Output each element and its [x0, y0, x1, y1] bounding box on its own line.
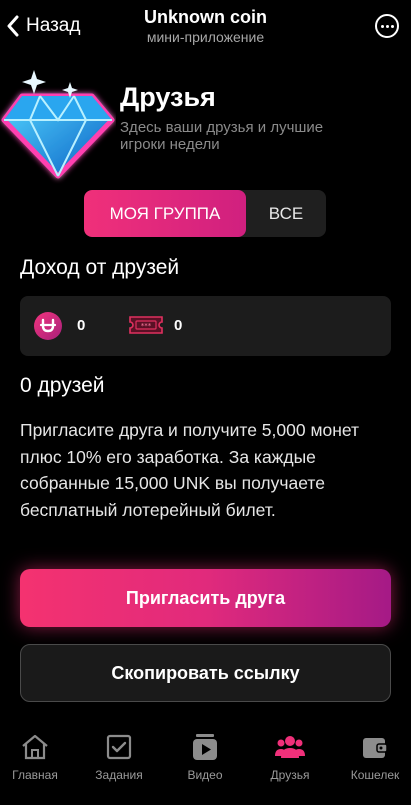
coin-icon — [34, 312, 62, 340]
invite-friend-button[interactable]: Пригласить друга — [20, 569, 391, 627]
page-description: Здесь ваши друзья и лучшие игроки недели — [120, 119, 324, 153]
tab-my-group[interactable]: МОЯ ГРУППА — [84, 190, 246, 237]
wallet-icon — [363, 738, 388, 758]
group-tabs: МОЯ ГРУППА ВСЕ — [84, 190, 326, 237]
more-options-button[interactable] — [375, 14, 399, 38]
friends-count: 0 друзей — [20, 374, 105, 397]
nav-item-friends[interactable]: Друзья — [249, 732, 331, 782]
income-card: 0 *** 0 — [20, 296, 391, 356]
copy-link-button[interactable]: Скопировать ссылку — [20, 644, 391, 702]
top-bar: Назад Unknown coin мини-приложение — [0, 0, 411, 54]
video-icon — [193, 734, 217, 760]
nav-item-tasks[interactable]: Задания — [78, 732, 160, 782]
bottom-nav: Главная Задания Видео Друзья Кошелек — [0, 722, 411, 805]
diamond-icon — [1, 70, 115, 179]
nav-label-friends: Друзья — [270, 768, 310, 782]
coin-income-value: 0 — [77, 317, 86, 334]
nav-label-wallet: Кошелек — [350, 768, 400, 782]
income-title: Доход от друзей — [20, 256, 180, 279]
page-title: Друзья — [120, 82, 216, 112]
nav-item-video[interactable]: Видео — [164, 732, 246, 782]
ticket-income-value: 0 — [174, 317, 183, 334]
nav-label-home: Главная — [12, 768, 58, 782]
invite-description: Пригласите друга и получите 5,000 монет … — [20, 420, 360, 520]
app-title: Unknown coin — [144, 7, 267, 27]
nav-label-tasks: Задания — [95, 768, 143, 782]
title-block: Unknown coin мини-приложение — [0, 6, 411, 46]
tab-all[interactable]: ВСЕ — [246, 190, 326, 237]
dot-icon — [380, 24, 384, 28]
home-icon — [22, 734, 48, 760]
nav-item-wallet[interactable]: Кошелек — [334, 732, 411, 782]
nav-item-home[interactable]: Главная — [0, 732, 76, 782]
app-subtitle: мини-приложение — [146, 29, 265, 45]
dot-icon — [385, 24, 389, 28]
nav-label-video: Видео — [187, 768, 223, 782]
tasks-icon — [106, 734, 132, 760]
dot-icon — [390, 24, 394, 28]
svg-text:***: *** — [141, 322, 152, 330]
ticket-icon: *** — [129, 316, 163, 334]
friends-screen: Назад Unknown coin мини-приложение Друзь… — [0, 0, 411, 805]
friends-icon — [275, 736, 305, 758]
